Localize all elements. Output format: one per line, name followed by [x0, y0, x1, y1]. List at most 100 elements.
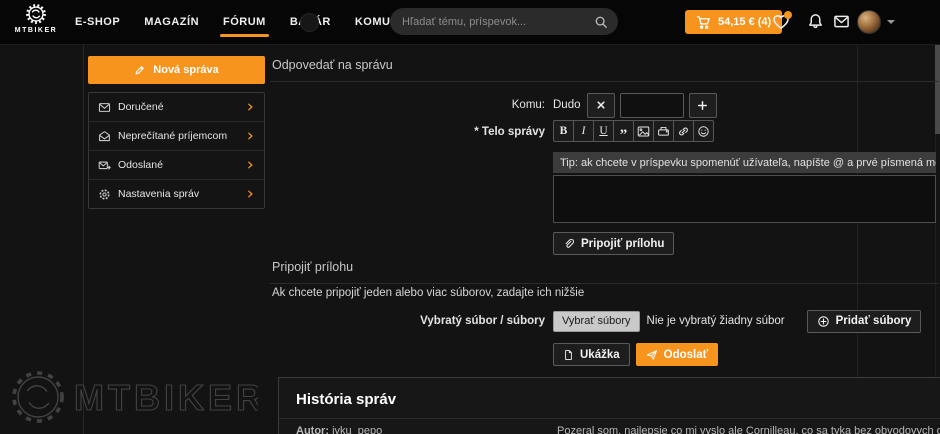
search-icon[interactable]: [594, 15, 608, 29]
preview-button[interactable]: Ukážka: [553, 343, 630, 366]
sidebar-item-nastavenia[interactable]: Nastavenia správ: [89, 179, 264, 208]
file-select-row: Vybratý súbor / súbory Vybrať súbory Nie…: [270, 308, 936, 334]
brand-text: MTBIKER: [15, 27, 57, 34]
smiley-icon: [697, 125, 710, 138]
sidebar-item-label: Doručené: [118, 101, 238, 113]
underline-button[interactable]: U: [593, 120, 614, 142]
nav-badge-icon[interactable]: [300, 13, 319, 32]
no-file-text: Nie je vybratý žiadny súbor: [647, 315, 785, 327]
nav-link-label: FÓRUM: [223, 16, 266, 28]
mtbiker-watermark: MTBIKER: [8, 366, 258, 428]
choose-files-button[interactable]: Vybrať súbory: [553, 311, 640, 332]
watermark-text: MTBIKER: [74, 377, 258, 418]
chevron-right-icon: [245, 131, 255, 141]
history-author-label: Autor:: [296, 425, 329, 434]
nav-link-magazin[interactable]: MAGAZÍN: [144, 2, 199, 42]
history-message-preview: Pozeral som, najlepsie co mi vyslo ale C…: [557, 425, 940, 434]
remove-recipient-button[interactable]: [587, 93, 615, 118]
send-icon: [646, 349, 658, 361]
gear-icon: [98, 188, 111, 201]
add-recipient-input[interactable]: [620, 93, 684, 118]
add-recipient-button[interactable]: [689, 93, 717, 118]
add-files-button[interactable]: Pridať súbory: [807, 310, 922, 333]
envelope-open-icon: [98, 130, 111, 143]
sidebar-item-label: Nastavenia správ: [118, 188, 238, 200]
quote-button[interactable]: ”: [613, 120, 634, 142]
bold-button[interactable]: B: [553, 120, 574, 142]
cart-icon: [696, 15, 711, 30]
sidebar-item-label: Odoslané: [118, 159, 238, 171]
user-menu-caret-icon[interactable]: [887, 20, 895, 24]
new-message-label: Nová správa: [153, 64, 218, 76]
chevron-right-icon: [245, 189, 255, 199]
gear-logo-icon: [25, 3, 47, 25]
sidebar-item-label: Neprečítané príjemcom: [118, 130, 238, 142]
messages-button[interactable]: [833, 13, 851, 31]
send-label: Odoslať: [664, 349, 709, 361]
chevron-right-icon: [245, 160, 255, 170]
body-label: * Telo správy: [270, 120, 545, 138]
favorites-button[interactable]: [772, 13, 790, 31]
circle-plus-icon: [817, 315, 830, 328]
video-button[interactable]: [653, 120, 674, 142]
plus-icon: [697, 100, 708, 111]
history-title: História správ: [279, 378, 940, 419]
mention-tip: Tip: ak chcete v príspevku spomenúť užív…: [553, 152, 936, 173]
recipient-label: Komu:: [270, 99, 545, 111]
nav-link-label: MAGAZÍN: [144, 16, 199, 28]
italic-button[interactable]: I: [573, 120, 594, 142]
envelope-icon: [98, 101, 111, 114]
search-input[interactable]: [400, 15, 594, 29]
smiley-button[interactable]: [693, 120, 714, 142]
submit-buttons: Ukážka Odoslať: [553, 343, 936, 366]
gear-watermark-icon: [14, 373, 62, 421]
close-icon: [596, 100, 606, 110]
main-nav: E-SHOP MAGAZÍN FÓRUM BAZÁR KOMUNITA: [75, 0, 417, 44]
history-author: Autor: ivku_pepo: [279, 425, 557, 434]
image-icon: [637, 125, 650, 138]
attach-file-button[interactable]: Pripojiť prílohu: [553, 232, 674, 255]
search-box: [390, 8, 618, 35]
attachments-section-title: Pripojiť prílohu: [270, 260, 938, 284]
chevron-right-icon: [245, 102, 255, 112]
file-select-label: Vybratý súbor / súbory: [270, 315, 545, 327]
active-underline: [220, 34, 269, 37]
nav-link-forum[interactable]: FÓRUM: [223, 2, 266, 42]
video-icon: [657, 125, 670, 138]
reply-section-title: Odpovedať na správu: [270, 58, 938, 82]
nav-link-eshop[interactable]: E-SHOP: [75, 2, 120, 42]
recipient-chip: Dudo: [553, 99, 581, 111]
recipient-field: Dudo: [553, 93, 717, 118]
send-button[interactable]: Odoslať: [636, 343, 719, 366]
recipient-row: Komu: Dudo: [270, 91, 936, 119]
editor-toolbar: B I U ”: [553, 120, 714, 142]
nav-link-label: E-SHOP: [75, 16, 120, 28]
paperclip-icon: [563, 238, 575, 250]
image-button[interactable]: [633, 120, 654, 142]
notifications-button[interactable]: [807, 13, 825, 31]
sidebar-item-neprecitane[interactable]: Neprečítané príjemcom: [89, 121, 264, 150]
user-avatar[interactable]: [857, 10, 881, 34]
favorites-notification-dot: [784, 11, 792, 19]
page-left-border: [83, 44, 84, 434]
cart-button[interactable]: 54,15 € (4): [685, 10, 782, 34]
page: MTBIKER E-SHOP MAGAZÍN FÓRUM BAZÁR KOMUN…: [0, 0, 940, 434]
cart-total: 54,15 € (4): [718, 16, 771, 28]
pencil-icon: [134, 64, 146, 76]
envelope-send-icon: [98, 159, 111, 172]
sidebar-item-odoslane[interactable]: Odoslané: [89, 150, 264, 179]
document-icon: [563, 349, 574, 361]
preview-label: Ukážka: [580, 349, 620, 361]
brand-logo[interactable]: MTBIKER: [12, 3, 60, 34]
bell-icon: [807, 13, 824, 30]
link-button[interactable]: [673, 120, 694, 142]
attach-row: Pripojiť prílohu: [553, 232, 674, 255]
sidebar-item-dorucene[interactable]: Doručené: [89, 93, 264, 121]
submit-row: Ukážka Odoslať: [270, 343, 936, 366]
new-message-button[interactable]: Nová správa: [88, 56, 265, 84]
link-icon: [677, 125, 690, 138]
message-body-textarea[interactable]: [553, 175, 936, 223]
file-select-field: Vybrať súbory Nie je vybratý žiadny súbo…: [553, 310, 921, 333]
top-navbar: MTBIKER E-SHOP MAGAZÍN FÓRUM BAZÁR KOMUN…: [0, 0, 940, 45]
envelope-icon: [833, 13, 850, 30]
